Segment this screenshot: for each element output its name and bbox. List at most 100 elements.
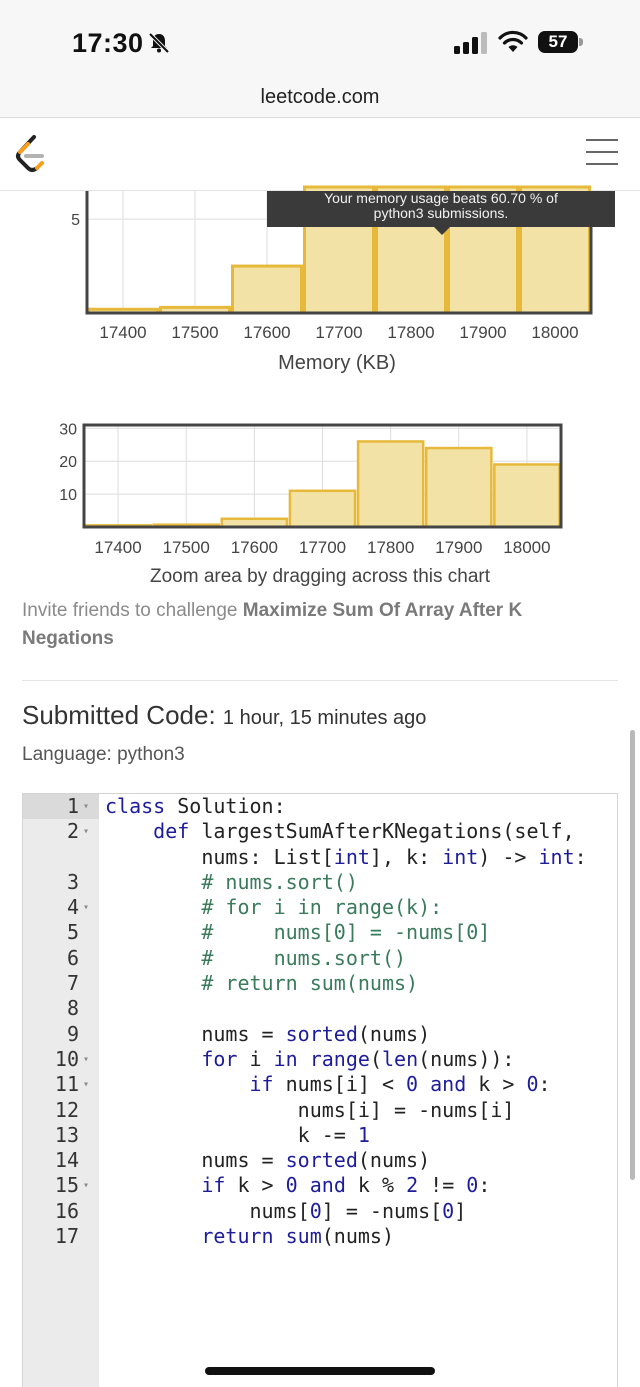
line-number: 7: [66, 971, 79, 996]
x-tick-label: 17600: [243, 323, 290, 342]
line-number: 14: [54, 1148, 79, 1173]
page-scrollbar[interactable]: [630, 730, 635, 1180]
x-axis-label: Memory (KB): [278, 352, 396, 374]
code-text: # for i in range(k):: [201, 895, 443, 920]
x-tick-label: 17700: [299, 538, 346, 557]
zoom-hint: Zoom area by dragging across this chart: [149, 566, 491, 587]
fold-arrow-icon[interactable]: ▾: [83, 794, 89, 819]
code-line[interactable]: 1 ▾ class Solution:: [23, 794, 617, 819]
code-line[interactable]: 7 # return sum(nums): [23, 971, 617, 996]
section-divider: [22, 680, 618, 681]
code-line[interactable]: 17 return sum(nums): [23, 1224, 617, 1249]
x-tick-label: 17800: [387, 323, 434, 342]
line-number: 15: [54, 1173, 79, 1198]
line-number: 5: [66, 920, 79, 945]
fold-arrow-icon[interactable]: ▾: [83, 819, 89, 844]
x-tick-label: 17400: [99, 323, 146, 342]
chart-2: 17400 17500 17600 17700 17800 17900 18000 10 20 3…: [59, 421, 563, 557]
code-text: return sum(nums): [201, 1224, 394, 1249]
code-line[interactable]: 2 ▾ def largestSumAfterKNegations(self,: [23, 819, 617, 844]
submitted-time-ago: 1 hour, 15 minutes ago: [222, 707, 427, 729]
y-tick-label: 20: [59, 454, 77, 471]
code-line[interactable]: 11 ▾ if nums[i] < 0 and k > 0:: [23, 1072, 617, 1097]
fold-arrow-icon[interactable]: ▾: [83, 1072, 89, 1097]
code-text: nums[0] = -nums[0]: [105, 1198, 467, 1223]
code-line[interactable]: 16 nums[0] = -nums[0]: [23, 1198, 617, 1224]
tooltip-arrow: [434, 227, 450, 235]
code-text: for i in range(len(nums)):: [201, 1046, 515, 1071]
y-tick-label: 5: [71, 212, 80, 229]
histogram-bar: [424, 446, 493, 529]
code-line[interactable]: nums: List[int], k: int) -> int:: [23, 844, 617, 870]
x-tick-label: 17800: [367, 538, 414, 557]
code-text: if nums[i] < 0 and k > 0:: [249, 1072, 551, 1097]
code-lines[interactable]: 1 ▾ class Solution: 2 ▾ def largestSumAfterK…: [23, 794, 617, 1249]
code-line[interactable]: 3 # nums.sort(): [23, 869, 617, 895]
code-text: # return sum(nums): [201, 971, 419, 996]
code-text: k -= 1: [105, 1122, 370, 1147]
tooltip-line-1: Your memory usage beats 60.70 % of: [324, 190, 558, 206]
y-tick-label: 10: [59, 487, 77, 504]
histogram-bar: [231, 264, 303, 315]
submitted-code-heading: Submitted Code: 1 hour, 15 minutes ago: [22, 700, 426, 731]
code-line[interactable]: 9 nums = sorted(nums): [23, 1021, 617, 1047]
code-line[interactable]: 5 # nums[0] = -nums[0]: [23, 920, 617, 945]
line-number: 2: [66, 819, 79, 844]
y-tick-label: 30: [59, 421, 77, 438]
memory-tooltip: Your memory usage beats 60.70 % of pytho…: [267, 191, 615, 227]
line-number: 4: [66, 895, 79, 920]
x-tick-label: 17700: [315, 323, 362, 342]
line-number: 10: [54, 1046, 79, 1071]
invite-friends-text: Invite friends to challenge Maximize Sum…: [22, 597, 618, 653]
histogram-bar: [493, 463, 561, 529]
line-number: 3: [66, 869, 79, 894]
code-line[interactable]: 14 nums = sorted(nums): [23, 1148, 617, 1173]
x-tick-label: 17500: [171, 323, 218, 342]
code-text: def largestSumAfterKNegations(self,: [153, 819, 575, 844]
line-number: 12: [54, 1097, 79, 1122]
tooltip-line-2: python3 submissions.: [373, 205, 509, 221]
code-line[interactable]: 15 ▾ if k > 0 and k % 2 != 0:: [23, 1173, 617, 1198]
line-number: 1: [66, 794, 79, 818]
histogram-bar: [356, 440, 425, 529]
code-text: nums = sorted(nums): [105, 1021, 431, 1046]
fold-arrow-icon[interactable]: ▾: [83, 1173, 89, 1198]
code-line[interactable]: 13 k -= 1: [23, 1122, 617, 1148]
memory-distribution-charts[interactable]: 17400 17500 17600 17700 17800 17900 18000 5 Memo…: [0, 0, 640, 660]
line-number: 9: [66, 1021, 79, 1046]
code-text: if k > 0 and k % 2 != 0:: [201, 1173, 491, 1198]
code-text: nums = sorted(nums): [105, 1148, 431, 1173]
fold-arrow-icon[interactable]: ▾: [83, 1047, 89, 1072]
line-number: 17: [54, 1224, 79, 1249]
line-number: 6: [66, 945, 79, 970]
code-text: # nums[0] = -nums[0]: [201, 920, 491, 945]
code-line[interactable]: 8: [23, 996, 617, 1021]
code-text: nums[i] = -nums[i]: [105, 1097, 515, 1122]
x-tick-label: 17600: [231, 538, 278, 557]
code-text: # nums.sort(): [201, 869, 358, 894]
code-editor[interactable]: 1 ▾ class Solution: 2 ▾ def largestSumAfterK…: [22, 793, 618, 1387]
code-text: class Solution:: [105, 794, 286, 818]
invite-prefix: Invite friends to challenge: [22, 600, 243, 621]
code-line[interactable]: 10 ▾ for i in range(len(nums)):: [23, 1046, 617, 1072]
line-number: 16: [54, 1198, 79, 1223]
code-text: nums: List[int], k: int) -> int:: [105, 844, 587, 869]
histogram-bar: [288, 489, 357, 529]
fold-arrow-icon[interactable]: ▾: [83, 895, 89, 920]
x-tick-label: 17400: [94, 538, 141, 557]
line-number: 13: [54, 1122, 79, 1147]
x-tick-label: 17900: [459, 323, 506, 342]
x-tick-label: 18000: [531, 323, 578, 342]
x-tick-label: 17900: [435, 538, 482, 557]
line-number: 8: [66, 996, 79, 1021]
x-tick-label: 18000: [503, 538, 550, 557]
x-tick-label: 17500: [163, 538, 210, 557]
home-indicator[interactable]: [205, 1367, 435, 1375]
code-line[interactable]: 4 ▾ # for i in range(k):: [23, 895, 617, 920]
line-number: 11: [54, 1072, 79, 1097]
submitted-title: Submitted Code:: [22, 700, 216, 730]
language-label: Language: python3: [22, 744, 185, 765]
code-line[interactable]: 12 nums[i] = -nums[i]: [23, 1097, 617, 1123]
code-text: # nums.sort(): [201, 945, 407, 970]
code-line[interactable]: 6 # nums.sort(): [23, 945, 617, 971]
